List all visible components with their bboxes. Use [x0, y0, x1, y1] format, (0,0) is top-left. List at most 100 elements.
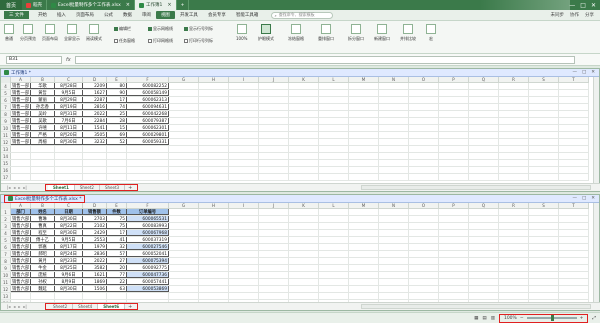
cell[interactable]	[379, 237, 409, 243]
cell[interactable]	[31, 160, 55, 166]
fullscreen-button[interactable]: 全屏显示	[64, 24, 80, 42]
cell[interactable]	[379, 209, 409, 215]
cell[interactable]: 蒙丽	[31, 97, 55, 103]
cell[interactable]	[499, 167, 529, 173]
cell[interactable]	[169, 272, 199, 278]
cell[interactable]	[499, 265, 529, 271]
cell[interactable]	[379, 132, 409, 138]
cell[interactable]	[529, 223, 559, 229]
cell[interactable]	[169, 83, 199, 89]
normal-view-button[interactable]: 普通	[4, 24, 14, 42]
cell[interactable]	[349, 286, 379, 292]
cell[interactable]	[469, 146, 499, 152]
cell[interactable]	[469, 272, 499, 278]
cell[interactable]	[559, 230, 589, 236]
cell[interactable]	[499, 111, 529, 117]
cell[interactable]	[289, 223, 319, 229]
row-header[interactable]: 12	[1, 139, 11, 145]
row-header[interactable]: 8	[1, 258, 11, 264]
cell[interactable]	[379, 125, 409, 131]
cell-grid[interactable]: 4 销售一部 华歌 8月28日 2209 80 600082252 5 销售一部 黄哲 9月5日 16…	[1, 83, 589, 181]
cell[interactable]	[199, 111, 229, 117]
cell[interactable]: 75	[107, 216, 127, 222]
cell[interactable]: 黄哲	[31, 90, 55, 96]
cell[interactable]	[409, 132, 439, 138]
cell[interactable]: 8月17日	[55, 244, 83, 250]
menu-insert[interactable]: 插入	[52, 11, 71, 19]
cell[interactable]	[289, 118, 319, 124]
cell[interactable]: 8月30日	[55, 230, 83, 236]
checkbox[interactable]	[148, 27, 152, 31]
cell[interactable]	[199, 237, 229, 243]
cell[interactable]	[469, 209, 499, 215]
cell[interactable]	[289, 174, 319, 180]
cell[interactable]	[199, 244, 229, 250]
cell[interactable]: 3505	[83, 132, 107, 138]
cell[interactable]: 郭嘉	[31, 244, 55, 250]
cell[interactable]	[31, 293, 55, 299]
cell[interactable]: 8月24日	[55, 251, 83, 257]
cell[interactable]	[169, 223, 199, 229]
cell[interactable]	[349, 209, 379, 215]
cell[interactable]	[529, 279, 559, 285]
cell[interactable]	[499, 244, 529, 250]
cell[interactable]	[379, 160, 409, 166]
cell[interactable]: 1506	[83, 286, 107, 292]
checkbox[interactable]	[114, 27, 118, 31]
cell[interactable]	[379, 272, 409, 278]
cell[interactable]: 1541	[83, 125, 107, 131]
cell[interactable]	[529, 132, 559, 138]
minimize-button[interactable]: —	[572, 196, 577, 201]
cell[interactable]	[499, 272, 529, 278]
cell[interactable]	[199, 104, 229, 110]
cell[interactable]	[409, 111, 439, 117]
zoom-in-button[interactable]: +	[580, 316, 584, 321]
cell[interactable]: 程至	[31, 230, 55, 236]
row-header[interactable]: 14	[1, 153, 11, 159]
cell[interactable]	[409, 230, 439, 236]
cell[interactable]	[319, 97, 349, 103]
menu-formulas[interactable]: 公式	[99, 11, 118, 19]
cell[interactable]	[319, 244, 349, 250]
cell[interactable]: 32	[107, 244, 127, 250]
cell[interactable]	[499, 83, 529, 89]
vertical-scrollbar[interactable]	[593, 203, 599, 302]
cell[interactable]	[229, 230, 259, 236]
cell[interactable]	[529, 286, 559, 292]
cell[interactable]	[559, 216, 589, 222]
cell[interactable]: 8月29日	[55, 97, 83, 103]
cell[interactable]	[469, 286, 499, 292]
row-header[interactable]: 6	[1, 244, 11, 250]
cell[interactable]	[439, 125, 469, 131]
cell[interactable]	[289, 251, 319, 257]
cell[interactable]	[229, 111, 259, 117]
cell[interactable]	[289, 209, 319, 215]
cell[interactable]	[31, 174, 55, 180]
row-header[interactable]: 16	[1, 167, 11, 173]
close-icon[interactable]: ×	[167, 2, 171, 8]
cell[interactable]	[289, 111, 319, 117]
row-header[interactable]: 6	[1, 97, 11, 103]
cell[interactable]	[499, 104, 529, 110]
cell[interactable]	[439, 272, 469, 278]
cell[interactable]	[439, 160, 469, 166]
cell[interactable]	[289, 132, 319, 138]
row-header[interactable]: 4	[1, 230, 11, 236]
cell[interactable]: 9月6日	[55, 272, 83, 278]
cell[interactable]	[229, 258, 259, 264]
tab-excel-file[interactable]: Excel批量制作多个工作表.xlsx ×	[47, 0, 135, 10]
cell[interactable]	[259, 125, 289, 131]
cell[interactable]	[83, 146, 107, 152]
cell[interactable]: 41	[107, 237, 127, 243]
name-box[interactable]: B31	[6, 55, 62, 64]
cell[interactable]	[559, 160, 589, 166]
cell[interactable]: 600058149	[127, 90, 169, 96]
cell[interactable]: 52	[107, 139, 127, 145]
cell[interactable]	[229, 167, 259, 173]
cell[interactable]	[469, 153, 499, 159]
cell[interactable]: 销售六部	[11, 279, 31, 285]
row-header[interactable]: 9	[1, 118, 11, 124]
cell[interactable]: 销售一部	[11, 132, 31, 138]
cell[interactable]	[559, 258, 589, 264]
cell[interactable]	[229, 209, 259, 215]
